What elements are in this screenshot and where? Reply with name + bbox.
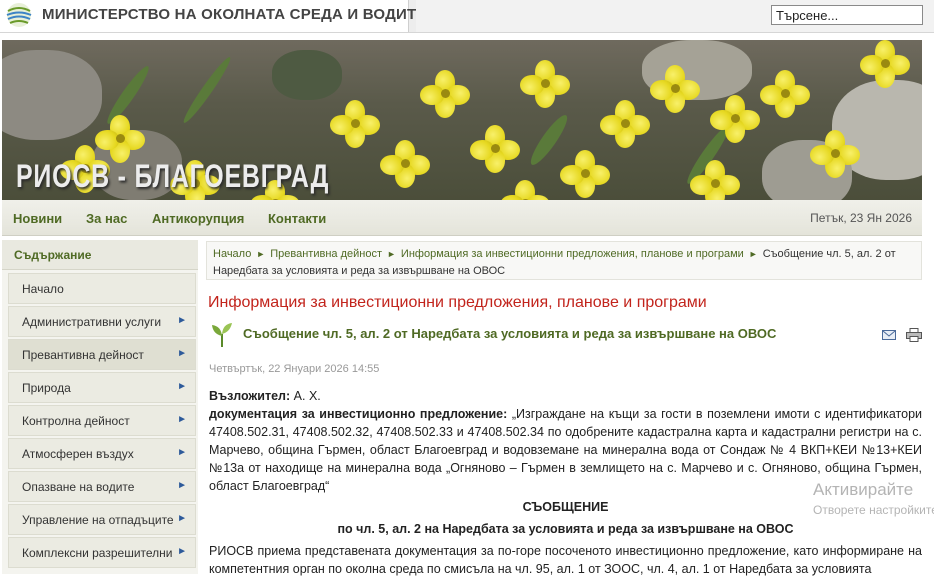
banner-rock	[2, 50, 102, 140]
chevron-right-icon: ►	[177, 348, 187, 359]
breadcrumb-trail: Начало ► Превантивна дейност ► Информация за…	[213, 246, 913, 280]
flower-center	[731, 114, 740, 123]
flower	[500, 180, 550, 200]
sidebar-item-label: Контролна дейност	[22, 414, 130, 428]
flower-center	[441, 89, 450, 98]
sidebar-item-waste[interactable]: Управление на отпадъците ►	[8, 504, 196, 535]
watermark-text: Отворете настройките, за да активирате W…	[813, 503, 934, 517]
flower-center	[831, 149, 840, 158]
sidebar: Съдържание Начало Административни услуги…	[2, 240, 198, 574]
flower-center	[671, 84, 680, 93]
sprout-icon	[212, 323, 232, 347]
article-body-text: РИОСВ приема представената документация …	[209, 544, 922, 576]
sidebar-item-label: Природа	[22, 381, 71, 395]
breadcrumb-link-home[interactable]: Начало	[213, 248, 251, 260]
sidebar-item-home[interactable]: Начало	[8, 273, 196, 304]
article-title: Съобщение чл. 5, ал. 2 от Наредбата за у…	[243, 326, 777, 341]
sidebar-item-air[interactable]: Атмосферен въздух ►	[8, 438, 196, 469]
banner-image: РИОСВ - БЛАГОЕВГРАД	[2, 40, 922, 200]
nav-item-about[interactable]: За нас	[86, 211, 127, 226]
breadcrumb-separator-icon: ►	[387, 249, 396, 259]
sidebar-heading-label: Съдържание	[14, 248, 92, 262]
breadcrumb-separator-icon: ►	[256, 249, 266, 259]
banner-rock	[272, 50, 342, 100]
flower-center	[621, 119, 630, 128]
breadcrumb-separator-icon: ►	[748, 249, 758, 259]
ministry-logo-icon	[6, 3, 32, 27]
main-nav: Новини За нас Антикорупция Контакти Петъ…	[2, 200, 922, 236]
current-date: Петък, 23 Ян 2026	[810, 211, 912, 225]
chevron-right-icon: ►	[177, 414, 187, 425]
flower	[470, 125, 520, 173]
sidebar-heading: Съдържание	[2, 240, 198, 270]
sidebar-item-preventive[interactable]: Превантивна дейност ►	[8, 339, 196, 370]
sidebar-item-label: Опазване на водите	[22, 480, 135, 494]
flower	[760, 70, 810, 118]
flower-center	[541, 79, 550, 88]
windows-activation-watermark: Активирайте Отворете настройките, за да …	[813, 480, 934, 519]
chevron-right-icon: ►	[177, 513, 187, 524]
banner-leaf	[179, 54, 235, 126]
flower	[860, 40, 910, 88]
flower-center	[351, 119, 360, 128]
documentation-label: документация за инвестиционно предложени…	[209, 407, 508, 421]
notice-subheading: по чл. 5, ал. 2 на Наредбата за условият…	[337, 522, 794, 536]
flower	[650, 65, 700, 113]
flower-center	[781, 89, 790, 98]
assignor-value: А. Х.	[293, 389, 321, 403]
ministry-logo-area[interactable]: МИНИСТЕРСТВО НА ОКОЛНАТА СРЕДА И ВОДИТЕ	[0, 0, 426, 32]
flower	[710, 95, 760, 143]
flower-center	[116, 134, 125, 143]
article-date: Четвъртък, 22 Януари 2026 14:55	[209, 363, 380, 375]
nav-item-news[interactable]: Новини	[13, 211, 62, 226]
flower-center	[401, 159, 410, 168]
chevron-right-icon: ►	[177, 315, 187, 326]
nav-item-contacts[interactable]: Контакти	[268, 211, 326, 226]
nav-item-anticorruption[interactable]: Антикорупция	[152, 211, 244, 226]
banner-title: РИОСВ - БЛАГОЕВГРАД	[16, 158, 330, 194]
sidebar-item-admin-services[interactable]: Административни услуги ►	[8, 306, 196, 337]
email-icon[interactable]	[882, 330, 896, 340]
flower	[690, 160, 740, 200]
sidebar-item-label: Управление на отпадъците	[22, 513, 174, 527]
chevron-right-icon: ►	[177, 480, 187, 491]
flower	[560, 150, 610, 198]
assignor-line: Възложител: А. Х.	[209, 387, 922, 405]
sidebar-item-label: Начало	[22, 282, 64, 296]
sidebar-item-label: Комплексни разрешителни	[22, 546, 173, 560]
assignor-label: Възложител:	[209, 389, 291, 403]
top-bar: МИНИСТЕРСТВО НА ОКОЛНАТА СРЕДА И ВОДИТЕ	[0, 0, 934, 33]
sidebar-item-water[interactable]: Опазване на водите ►	[8, 471, 196, 502]
flower-center	[581, 169, 590, 178]
sidebar-item-permits[interactable]: Комплексни разрешителни ►	[8, 537, 196, 568]
search-input[interactable]	[771, 5, 923, 25]
breadcrumb-link-preventive[interactable]: Превантивна дейност	[270, 248, 382, 260]
flower	[380, 140, 430, 188]
breadcrumb: Начало ► Превантивна дейност ► Информация за…	[206, 241, 922, 280]
watermark-title: Активирайте	[813, 480, 914, 499]
chevron-right-icon: ►	[177, 447, 187, 458]
flower	[95, 115, 145, 163]
chevron-right-icon: ►	[177, 546, 187, 557]
sidebar-item-label: Атмосферен въздух	[22, 447, 134, 461]
flower-center	[711, 179, 720, 188]
section-title: Информация за инвестиционни предложения,…	[208, 294, 707, 311]
flower	[810, 130, 860, 178]
sidebar-item-label: Административни услуги	[22, 315, 162, 329]
flower	[330, 100, 380, 148]
flower	[420, 70, 470, 118]
chevron-right-icon: ►	[177, 381, 187, 392]
sidebar-item-label: Превантивна дейност	[22, 348, 144, 362]
flower	[520, 60, 570, 108]
flower-center	[491, 144, 500, 153]
flower	[600, 100, 650, 148]
print-icon[interactable]	[906, 328, 922, 342]
sidebar-item-nature[interactable]: Природа ►	[8, 372, 196, 403]
breadcrumb-link-info[interactable]: Информация за инвестиционни предложения,…	[401, 248, 744, 260]
sidebar-item-control[interactable]: Контролна дейност ►	[8, 405, 196, 436]
ministry-name: МИНИСТЕРСТВО НА ОКОЛНАТА СРЕДА И ВОДИТЕ	[42, 6, 427, 23]
flower-center	[881, 59, 890, 68]
